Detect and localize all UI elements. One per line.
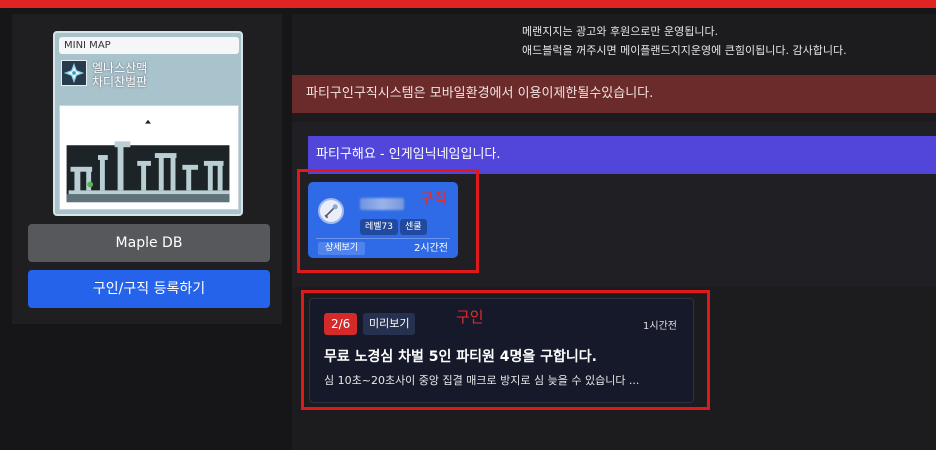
recruit-highlight-box [301, 290, 710, 410]
map-emblem-icon [61, 60, 87, 86]
seeker-annotation: 구직 [420, 189, 448, 207]
maple-db-button[interactable]: Maple DB [28, 224, 270, 262]
minimap-panel: MINI MAP 엘나스산맥 차디찬벌판 [53, 31, 243, 216]
minimap-image [59, 105, 239, 210]
ad-notice-line1: 메랜지지는 광고와 후원으로만 운영됩니다. [522, 25, 719, 38]
minimap-label: MINI MAP [59, 37, 239, 54]
map-name: 엘나스산맥 차디찬벌판 [92, 61, 147, 89]
register-recruit-button[interactable]: 구인/구직 등록하기 [28, 270, 270, 308]
mobile-alert: 파티구인구직시스템은 모바일환경에서 이용이제한될수있습니다. [292, 75, 936, 113]
sidebar: MINI MAP 엘나스산맥 차디찬벌판 Maple DB 구인/구직 등록하기 [12, 14, 282, 324]
map-name-line1: 엘나스산맥 [92, 61, 148, 75]
ad-notice-line2: 애드블럭을 꺼주시면 메이플랜드지지운영에 큰힘이됩니다. 감사합니다. [522, 44, 847, 57]
ad-notice: 메랜지지는 광고와 후원으로만 운영됩니다. 애드블럭을 꺼주시면 메이플랜드지… [522, 22, 847, 60]
recruiter-annotation: 구인 [456, 308, 484, 326]
map-name-line2: 차디찬벌판 [92, 75, 148, 89]
seeker-highlight-box [297, 169, 479, 273]
top-alert-bar [0, 0, 936, 8]
